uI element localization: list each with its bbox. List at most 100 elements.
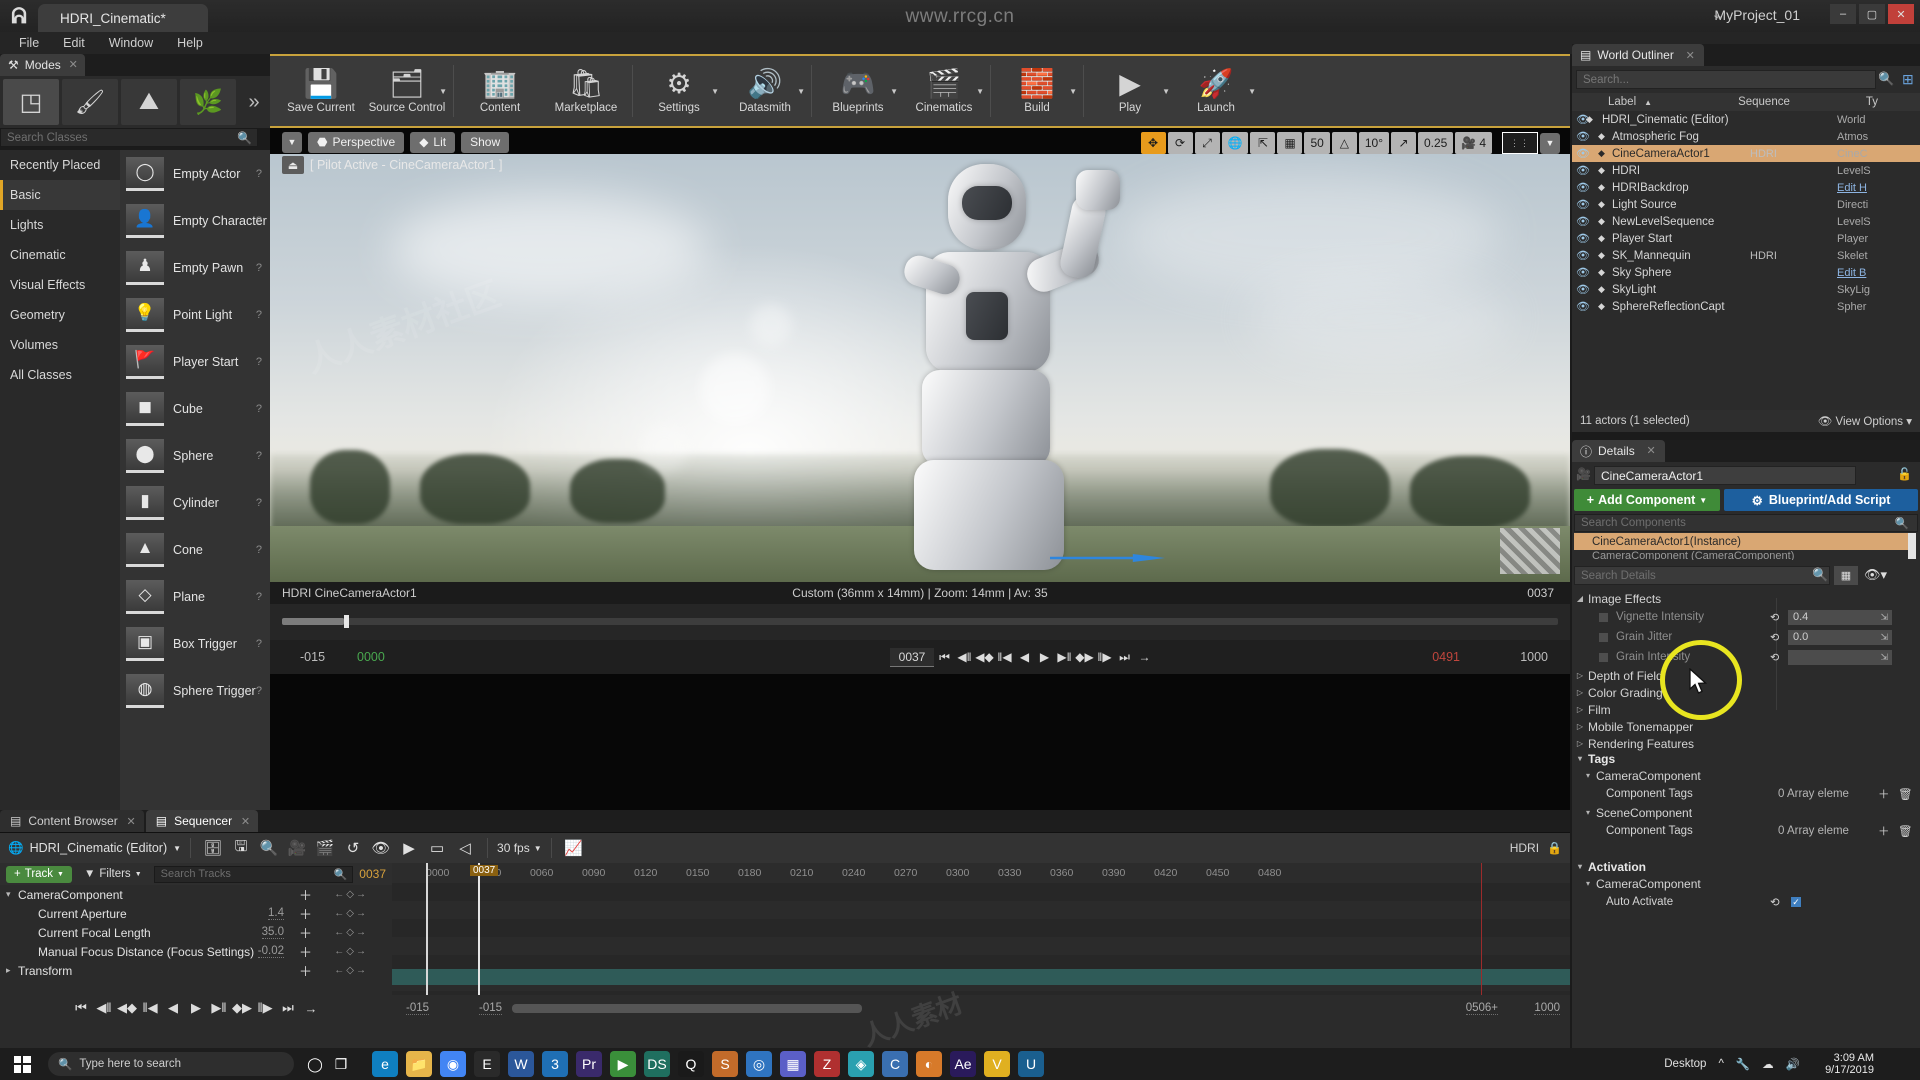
expand-triangle-icon[interactable]: ▷ <box>1572 671 1588 680</box>
toolbar-play-button[interactable]: ▶ Play ▼ <box>1087 57 1173 125</box>
help-icon[interactable]: ? <box>256 309 262 321</box>
sequencer-track-row[interactable]: ▾ CameraComponent ＋ ←◇→ <box>0 885 392 904</box>
visibility-eye-icon[interactable]: 👁 <box>1572 198 1594 211</box>
help-icon[interactable]: ? <box>256 403 262 415</box>
details-group-film[interactable]: ▷ Film <box>1572 701 1920 718</box>
curve-editor-icon[interactable]: 📈 <box>561 836 587 860</box>
view-perspective-button[interactable]: ⬣ Perspective <box>308 131 405 153</box>
spinner-arrows-icon[interactable]: ⇲ <box>1880 632 1888 643</box>
substance-icon[interactable]: S <box>712 1051 738 1077</box>
toolbar-blueprints-button[interactable]: 🎮 Blueprints ▼ <box>815 57 901 125</box>
current-frame-field[interactable]: 0037 <box>890 647 934 667</box>
timeline-body[interactable] <box>392 883 1570 995</box>
sequencer-timeline[interactable]: 0000003000600090012001500180021002400270… <box>392 863 1570 995</box>
sequencer-transport-button-1[interactable]: ◀‖ <box>93 997 115 1019</box>
toolbar-settings-button[interactable]: ⚙ Settings ▼ <box>636 57 722 125</box>
property-value-field[interactable]: 0.0 ⇲ <box>1788 629 1892 645</box>
scale-mode-button[interactable]: ⤢ <box>1194 132 1220 154</box>
add-track-button[interactable]: + Track ▼ <box>6 865 72 883</box>
visibility-eye-icon[interactable]: 👁 <box>1572 164 1594 177</box>
placeable-item[interactable]: ◍ Sphere Trigger? <box>120 667 270 714</box>
actor-name-field[interactable]: CineCameraActor1 <box>1594 466 1856 485</box>
transport-button-10[interactable]: → <box>1135 645 1154 669</box>
unreal-icon[interactable]: U <box>1018 1051 1044 1077</box>
cortana-icon[interactable]: ◯ <box>302 1051 328 1077</box>
outliner-row[interactable]: 👁 ◆ Light Source Directi <box>1572 196 1920 213</box>
chevron-down-icon[interactable]: ▼ <box>173 844 181 853</box>
component-row-selected[interactable]: CineCameraActor1(Instance) <box>1574 533 1912 550</box>
help-icon[interactable]: ? <box>256 356 262 368</box>
viewport-options-button[interactable]: ▼ <box>282 131 302 153</box>
scrubber-playhead[interactable] <box>344 615 349 628</box>
property-value-field[interactable]: 0.4 ⇲ <box>1788 609 1892 625</box>
key-nav-icons[interactable]: ←◇→ <box>334 927 368 938</box>
add-item-icon[interactable]: ⊞ <box>1902 71 1914 88</box>
chevron-down-icon[interactable]: ▼ <box>439 87 447 96</box>
expand-triangle-icon[interactable]: ▾ <box>6 889 11 900</box>
show-flags-button[interactable]: Show <box>461 131 510 153</box>
toolbar-datasmith-button[interactable]: 🔊 Datasmith ▼ <box>722 57 808 125</box>
range-start-field-2[interactable]: -015 <box>479 1002 503 1015</box>
expand-triangle-icon[interactable]: ▷ <box>1572 739 1588 748</box>
paint-mode-icon[interactable]: 🖌 <box>62 79 118 125</box>
rotation-snap-value[interactable]: 10° <box>1358 132 1389 154</box>
chevron-down-icon[interactable]: ▼ <box>1162 87 1170 96</box>
search-classes-input[interactable]: Search Classes 🔍 <box>0 128 258 147</box>
details-group-color-grading[interactable]: ▷ Color Grading <box>1572 684 1920 701</box>
spinner-arrows-icon[interactable]: ⇲ <box>1880 612 1888 623</box>
visibility-eye-icon[interactable]: 👁 <box>1572 283 1594 296</box>
viewport-render[interactable] <box>270 154 1570 582</box>
transport-button-1[interactable]: ◀‖ <box>955 645 974 669</box>
delete-icon[interactable]: 🗑 <box>1898 787 1913 801</box>
find-icon[interactable]: 🔍 <box>256 836 282 860</box>
level-viewport[interactable]: ▼ ⬣ Perspective ◆ Lit Show ✥ ⟳ ⤢ 🌐 ⇱ ▦ 5… <box>270 126 1570 812</box>
column-type[interactable]: Ty <box>1866 96 1878 108</box>
transport-button-4[interactable]: ◀ <box>1015 645 1034 669</box>
outliner-row[interactable]: 👁 ◆ Sky Sphere Edit B <box>1572 264 1920 281</box>
placement-category-visual-effects[interactable]: Visual Effects <box>0 270 120 300</box>
outliner-row[interactable]: 👁 ◆ CineCameraActor1 HDRI CineC <box>1572 145 1920 162</box>
viewport-layout-button[interactable]: ⋮⋮ <box>1502 132 1538 154</box>
collapse-triangle-icon[interactable]: ▾ <box>1572 754 1588 763</box>
sequencer-track-row[interactable]: Manual Focus Distance (Focus Settings) -0… <box>0 942 392 961</box>
delete-icon[interactable]: 🗑 <box>1898 824 1913 838</box>
chevron-down-icon[interactable]: ▼ <box>1248 87 1256 96</box>
translate-mode-button[interactable]: ✥ <box>1140 132 1166 154</box>
scale-snap-value[interactable]: 0.25 <box>1418 132 1454 154</box>
sphere-app-icon[interactable]: ◎ <box>746 1051 772 1077</box>
collapse-triangle-icon[interactable]: ▾ <box>1580 879 1596 888</box>
add-icon[interactable]: ＋ <box>1878 823 1890 839</box>
range-start-field[interactable]: -015 <box>406 1002 430 1015</box>
sequencer-title[interactable]: 🌐 HDRI_Cinematic (Editor) ▼ <box>8 841 181 856</box>
minimize-button[interactable]: – <box>1830 4 1856 24</box>
view-mode-lit-button[interactable]: ◆ Lit <box>410 131 456 153</box>
sequencer-fps[interactable]: 30 fps ▼ <box>497 841 542 855</box>
reset-icon[interactable]: ⟲ <box>1770 895 1780 909</box>
reset-icon[interactable]: ⟲ <box>1770 611 1779 624</box>
details-group-image-effects[interactable]: ◢ Image Effects <box>1572 590 1920 607</box>
menu-item-edit[interactable]: Edit <box>52 34 96 52</box>
component-row-second[interactable]: CameraComponent (CameraComponent) <box>1574 550 1912 560</box>
create-sequence-icon[interactable]: 🗄 <box>200 836 226 860</box>
desktop-label[interactable]: Desktop <box>1664 1058 1706 1070</box>
collapse-triangle-icon[interactable]: ▾ <box>1580 771 1596 780</box>
visibility-eye-icon[interactable]: 👁 <box>1572 266 1594 279</box>
undo-icon[interactable]: ↺ <box>340 836 366 860</box>
epic-icon[interactable]: E <box>474 1051 500 1077</box>
sequencer-transport-button-5[interactable]: ▶ <box>185 997 207 1019</box>
sequencer-transport-button-7[interactable]: ◆▶ <box>231 997 253 1019</box>
tab-content-browser[interactable]: ▤ Content Browser ✕ <box>0 810 144 832</box>
premiere-icon[interactable]: Pr <box>576 1051 602 1077</box>
chevron-down-icon[interactable]: ▼ <box>1069 87 1077 96</box>
placement-category-recently-placed[interactable]: Recently Placed <box>0 150 120 180</box>
placement-category-cinematic[interactable]: Cinematic <box>0 240 120 270</box>
grid-view-icon[interactable]: ▦ <box>1834 566 1858 585</box>
blueprint-add-script-button[interactable]: ⚙ Blueprint/Add Script <box>1724 489 1918 511</box>
reset-icon[interactable]: ⟲ <box>1770 631 1779 644</box>
components-scrollbar[interactable] <box>1908 533 1916 559</box>
viewport-scrubber[interactable] <box>270 604 1570 640</box>
project-tab[interactable]: HDRI_Cinematic* <box>38 4 208 32</box>
visibility-eye-icon[interactable]: 👁 <box>1572 232 1594 245</box>
unlock-icon[interactable]: 🔓 <box>1897 467 1912 481</box>
key-nav-icons[interactable]: ←◇→ <box>334 908 368 919</box>
